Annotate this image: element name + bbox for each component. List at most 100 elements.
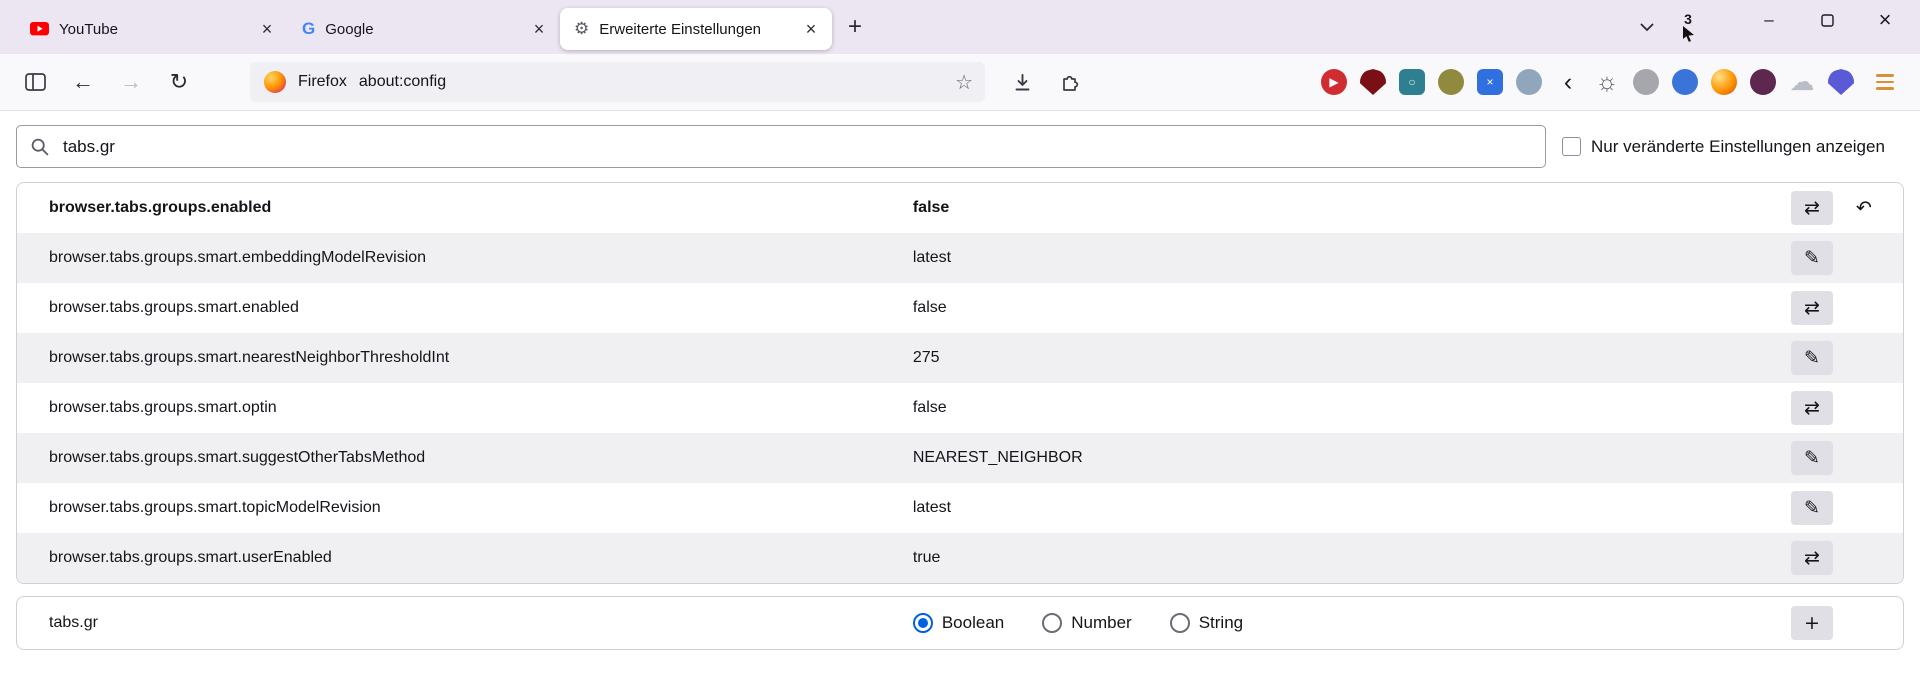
new-tab-button[interactable]: + [836, 8, 874, 46]
pref-value: true [912, 549, 941, 566]
google-icon: G [302, 19, 316, 38]
maroon-extension-icon[interactable] [1750, 69, 1776, 95]
toggle-icon: ⇄ [1804, 547, 1820, 569]
muted-blue-extension-icon[interactable] [1516, 69, 1542, 95]
firefox-logo-icon [264, 71, 286, 93]
olive-ball-extension-icon[interactable] [1438, 69, 1464, 95]
pref-row: browser.tabs.groups.smart.enabled false … [17, 283, 1903, 333]
reload-button[interactable]: ↻ [158, 62, 200, 102]
purple-shield-extension-icon[interactable] [1828, 69, 1854, 95]
tab-close-icon[interactable]: × [798, 16, 824, 42]
add-pref-row: tabs.gr Boolean Number String + [17, 597, 1903, 649]
toggle-icon: ⇄ [1804, 297, 1820, 319]
toggle-icon: ⇄ [1804, 397, 1820, 419]
pencil-icon: ✎ [1804, 247, 1820, 269]
pencil-icon: ✎ [1804, 347, 1820, 369]
search-row: Nur veränderte Einstellungen anzeigen [16, 125, 1904, 168]
back-button[interactable]: ← [62, 62, 104, 102]
type-option-number[interactable]: Number [1042, 613, 1132, 633]
minimize-button[interactable]: – [1740, 0, 1798, 40]
pref-name: browser.tabs.groups.smart.embeddingModel… [49, 249, 427, 266]
url-text: about:config [358, 73, 447, 90]
blue-wave-extension-icon[interactable] [1672, 69, 1698, 95]
show-modified-only[interactable]: Nur veränderte Einstellungen anzeigen [1562, 137, 1885, 157]
radio-boolean[interactable] [912, 613, 933, 633]
sidebar-toggle-button[interactable] [14, 62, 56, 102]
show-modified-only-checkbox[interactable] [1562, 137, 1581, 156]
bookmark-star-icon[interactable]: ☆ [955, 70, 973, 95]
pref-row: browser.tabs.groups.smart.topicModelRevi… [17, 483, 1903, 533]
youtube-icon [30, 22, 49, 36]
pref-value: latest [912, 499, 952, 516]
navigation-toolbar: ← → ↻ Firefox about:config ☆ ▶ ○ × ‹ ☼ ☁ [0, 54, 1920, 111]
type-option-string[interactable]: String [1169, 613, 1243, 633]
about-config-page: Nur veränderte Einstellungen anzeigen br… [0, 111, 1920, 650]
edit-button[interactable]: ✎ [1791, 241, 1833, 275]
add-pref-button[interactable]: + [1791, 606, 1833, 640]
edit-button[interactable]: ✎ [1791, 491, 1833, 525]
forward-button[interactable]: → [110, 62, 152, 102]
pref-value: 275 [912, 349, 940, 366]
toggle-button[interactable]: ⇄ [1791, 191, 1833, 225]
ublock-origin-shield-icon[interactable] [1360, 69, 1386, 95]
pref-value: latest [912, 249, 952, 266]
pref-name: browser.tabs.groups.smart.userEnabled [49, 549, 332, 566]
list-all-tabs-button[interactable] [1628, 8, 1666, 46]
screenshot-tool-icon[interactable]: ○ [1399, 69, 1425, 95]
firefox-globe-icon[interactable] [1711, 69, 1737, 95]
reset-button[interactable]: ↶ [1843, 191, 1885, 225]
prefs-table: browser.tabs.groups.enabled false ⇄ ↶ br… [16, 182, 1904, 584]
toggle-icon: ⇄ [1804, 197, 1820, 219]
search-input[interactable] [16, 125, 1546, 168]
tab-about-config[interactable]: ⚙ Erweiterte Einstellungen × [560, 8, 832, 50]
pref-name: browser.tabs.groups.smart.suggestOtherTa… [49, 449, 426, 466]
type-option-boolean[interactable]: Boolean [912, 613, 1004, 633]
dice-extension-icon[interactable]: × [1477, 69, 1503, 95]
cloud-extension-icon[interactable]: ☁ [1789, 69, 1815, 95]
sidebar-icon [24, 73, 46, 91]
maximize-icon [1820, 13, 1834, 27]
forward-arrow-icon: → [120, 69, 142, 94]
tab-close-icon[interactable]: × [254, 16, 280, 42]
radio-string[interactable] [1169, 613, 1190, 633]
sun-settings-extension-icon[interactable]: ☼ [1594, 69, 1620, 95]
toggle-button[interactable]: ⇄ [1791, 541, 1833, 575]
toggle-button[interactable]: ⇄ [1791, 291, 1833, 325]
pencil-icon: ✎ [1804, 497, 1820, 519]
app-menu-button[interactable] [1864, 62, 1906, 102]
show-modified-only-label: Nur veränderte Einstellungen anzeigen [1591, 136, 1885, 156]
tab-close-icon[interactable]: × [526, 16, 552, 42]
gray-blob-extension-icon[interactable] [1633, 69, 1659, 95]
maximize-button[interactable] [1798, 0, 1856, 40]
search-box [16, 125, 1546, 168]
pref-value: false [912, 299, 947, 316]
plus-icon: + [1804, 612, 1820, 634]
url-bar[interactable]: Firefox about:config ☆ [250, 62, 985, 102]
edit-button[interactable]: ✎ [1791, 341, 1833, 375]
pref-row: browser.tabs.groups.smart.optin false ⇄ [17, 383, 1903, 433]
pref-value: NEAREST_NEIGHBOR [912, 449, 1083, 466]
cursor-icon [1682, 26, 1694, 42]
extensions-button[interactable] [1049, 62, 1091, 102]
tab-title: Erweiterte Einstellungen [599, 20, 762, 38]
pref-row: browser.tabs.groups.smart.userEnabled tr… [17, 533, 1903, 583]
toggle-button[interactable]: ⇄ [1791, 391, 1833, 425]
add-pref-panel: tabs.gr Boolean Number String + [16, 596, 1904, 650]
video-downloader-icon[interactable]: ▶ [1321, 69, 1347, 95]
shared-cursor-indicator: 3 [1666, 12, 1710, 42]
back-arrow-icon: ← [72, 69, 94, 94]
pref-row: browser.tabs.groups.smart.suggestOtherTa… [17, 433, 1903, 483]
close-button[interactable]: × [1856, 0, 1914, 40]
settings-gear-icon: ⚙ [574, 19, 590, 38]
tab-bar: YouTube × G Google × ⚙ Erweiterte Einste… [0, 0, 1920, 54]
chevron-left-extension-icon[interactable]: ‹ [1555, 69, 1581, 95]
tab-youtube[interactable]: YouTube × [16, 8, 288, 50]
tab-google[interactable]: G Google × [288, 8, 560, 50]
downloads-button[interactable] [1001, 62, 1043, 102]
radio-number[interactable] [1042, 613, 1063, 633]
edit-button[interactable]: ✎ [1791, 441, 1833, 475]
pref-name: browser.tabs.groups.enabled [49, 199, 272, 216]
pref-row: browser.tabs.groups.smart.nearestNeighbo… [17, 333, 1903, 383]
pref-row: browser.tabs.groups.enabled false ⇄ ↶ [17, 183, 1903, 233]
cursor-badge-count: 3 [1684, 11, 1692, 27]
